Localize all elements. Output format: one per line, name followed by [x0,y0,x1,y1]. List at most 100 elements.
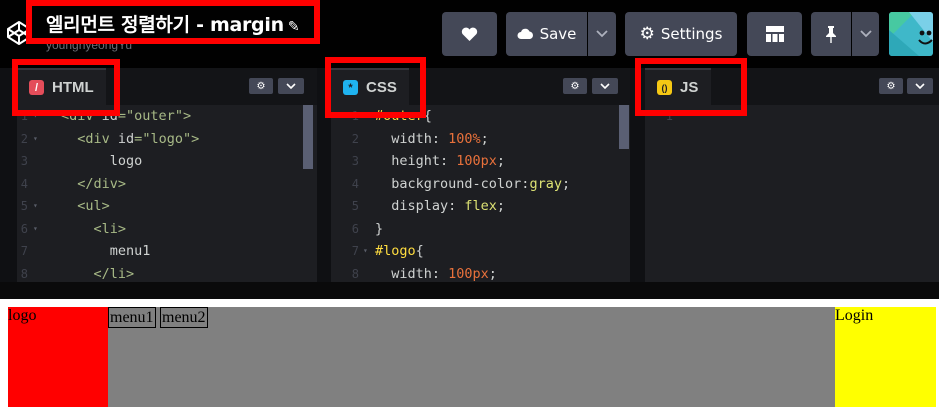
html-code[interactable]: 1 ▾ <div id="outer"> 2 ▾ <div id="logo"> 3 lo… [17,105,317,282]
line-number: 6 [20,221,28,236]
code-text: width: 100px; [375,263,497,283]
line-number: 3 [351,154,359,168]
editor-area: / HTML ⚙ 1 ▾ <div id="outer"> 2 ▾ <div id="l… [0,68,939,282]
code-token: display: [375,198,465,214]
code-token: id [117,130,135,147]
preview-logo-box: logo [8,307,108,407]
result-preview: logo menu1 menu2 Login [0,299,939,413]
user-avatar[interactable] [889,12,933,56]
save-button[interactable]: Save [506,12,587,56]
css-settings-button[interactable]: ⚙ [563,78,587,94]
code-line[interactable]: 3 logo [17,150,317,173]
fold-arrow-icon[interactable]: ▾ [33,195,38,218]
love-button[interactable] [442,12,497,56]
preview-outer-box: logo menu1 menu2 Login [8,307,936,407]
html-options-button[interactable] [278,78,304,94]
chevron-down-icon [915,83,925,89]
heart-icon [461,27,478,41]
code-token: { [415,243,424,259]
code-token: ; [496,153,506,169]
fold-arrow-icon[interactable]: ▾ [33,128,38,151]
code-token: ; [496,198,506,214]
settings-button[interactable]: ⚙ Settings [625,12,737,56]
fold-arrow-icon[interactable]: ▾ [33,218,38,241]
pin-icon [826,25,836,43]
code-token: width: [375,130,449,147]
code-line[interactable]: 6} [331,218,630,241]
highlight-js-tab [635,58,747,116]
css-options-button[interactable] [592,78,618,94]
chevron-down-icon [286,83,296,89]
code-line[interactable]: 5 ▾ <ul> [17,195,317,218]
code-line[interactable]: 7 menu1 [17,240,317,263]
gear-icon: ⚙ [886,80,896,92]
code-token: height: [375,153,457,169]
line-number: 5 [351,199,359,213]
code-token: 100% [448,130,481,147]
change-view-button[interactable] [747,12,802,56]
code-text: menu1 [61,240,151,263]
code-token: width: [375,265,449,282]
settings-label: Settings [660,25,723,43]
html-scrollbar[interactable] [303,105,313,169]
code-text: width: 100%; [375,128,489,151]
code-text: <li> [61,218,127,241]
code-text: <div id="logo"> [61,128,199,151]
line-number: 7 [20,244,28,258]
code-token: gray [529,175,562,192]
save-options-button[interactable] [588,12,616,56]
js-code[interactable]: 1 [645,105,939,282]
chevron-down-icon [596,30,608,38]
preview-menu-item: menu2 [160,307,208,328]
code-token: </div> [61,175,127,192]
code-text: display: flex; [375,195,505,218]
code-token: ; [488,265,497,282]
gear-icon: ⚙ [256,80,266,92]
html-settings-button[interactable]: ⚙ [249,78,273,94]
css-code[interactable]: 1 ▾ #outer{2 width: 100%; 3 height: 100px; 4… [331,105,630,282]
preview-login-box: Login [835,307,936,407]
code-token: "logo" [142,130,192,147]
js-options-button[interactable] [907,78,933,94]
code-line[interactable]: 5 display: flex; [331,195,630,218]
code-line[interactable]: 4 background-color:gray; [331,173,630,196]
code-text: </li> [61,263,135,283]
code-token: > [182,108,192,124]
js-settings-button[interactable]: ⚙ [879,78,903,94]
code-token: 100px [456,153,497,169]
code-text: </div> [61,173,126,196]
code-line[interactable]: 2 width: 100%; [331,128,630,151]
line-number: 8 [20,266,28,281]
pin-options-button[interactable] [852,12,879,56]
code-line[interactable]: 8 </li> [17,263,317,283]
code-line[interactable]: 4 </div> [17,173,317,196]
code-line[interactable]: 3 height: 100px; [331,150,630,173]
code-token: logo [61,153,143,169]
preview-resize-bar[interactable] [0,282,939,299]
code-line[interactable]: 6 ▾ <li> [17,218,317,241]
code-text: background-color:gray; [375,173,570,196]
code-token: <div [61,130,118,147]
highlight-title-box [26,0,320,44]
highlight-html-tab [12,59,120,116]
save-label: Save [539,25,577,43]
line-number: 7 [351,244,359,258]
code-line[interactable]: 2 ▾ <div id="logo"> [17,128,317,151]
code-token: > [191,130,200,147]
code-token: </li> [61,265,135,282]
line-number: 8 [351,266,359,281]
code-line[interactable]: 7 ▾ #logo{ [331,240,630,263]
line-number: 4 [351,176,359,191]
code-text: #logo{ [375,240,424,263]
code-line[interactable]: 8 width: 100px; [331,263,630,283]
gear-icon: ⚙ [639,24,655,44]
preview-logo-text: logo [8,307,37,324]
pin-button[interactable] [811,12,851,56]
code-token: } [375,220,384,237]
css-scrollbar[interactable] [619,105,629,149]
line-number: 3 [20,154,28,168]
code-token: 100px [448,265,489,282]
line-number: 2 [20,131,28,146]
fold-arrow-icon[interactable]: ▾ [363,240,368,263]
highlight-css-tab [325,57,426,118]
